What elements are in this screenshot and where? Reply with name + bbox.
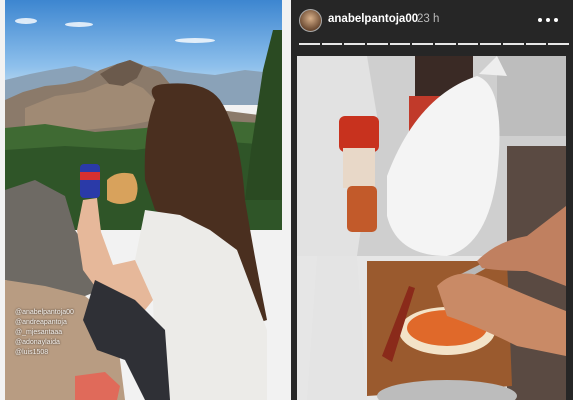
story-viewer: anabelpantoja00 23 h — [291, 0, 573, 400]
progress-segment — [412, 43, 433, 45]
more-horizontal-icon — [538, 18, 542, 22]
progress-segment — [344, 43, 365, 45]
progress-segment — [435, 43, 456, 45]
progress-segment — [367, 43, 388, 45]
photo-tags: @anabelpantoja00 @andreapantoja @_mjesan… — [15, 308, 74, 358]
story-progress-bar — [299, 43, 569, 45]
progress-segment — [299, 43, 320, 45]
progress-segment — [525, 43, 547, 45]
tag-3[interactable]: @adonaylaida — [15, 338, 74, 348]
progress-segment — [503, 43, 524, 45]
progress-segment — [321, 43, 343, 45]
tag-1[interactable]: @andreapantoja — [15, 318, 74, 328]
story-photo — [297, 56, 566, 400]
tag-4[interactable]: @luis1508 — [15, 348, 74, 358]
tag-2[interactable]: @_mjesantaaa — [15, 328, 74, 338]
more-horizontal-icon — [554, 18, 558, 22]
tag-0[interactable]: @anabelpantoja00 — [15, 308, 74, 318]
progress-segment — [480, 43, 501, 45]
panel-divider — [282, 0, 291, 400]
progress-segment — [457, 43, 479, 45]
progress-segment — [548, 43, 569, 45]
kitchen-photo-illustration — [297, 56, 566, 400]
user-avatar[interactable] — [299, 9, 322, 32]
story-timestamp: 23 h — [417, 13, 440, 25]
story-username[interactable]: anabelpantoja00 — [328, 13, 418, 25]
progress-segment — [389, 43, 411, 45]
more-options-button[interactable] — [535, 9, 561, 31]
left-photo: @anabelpantoja00 @andreapantoja @_mjesan… — [5, 0, 282, 400]
more-horizontal-icon — [546, 18, 550, 22]
story-header: anabelpantoja00 23 h — [291, 0, 573, 56]
